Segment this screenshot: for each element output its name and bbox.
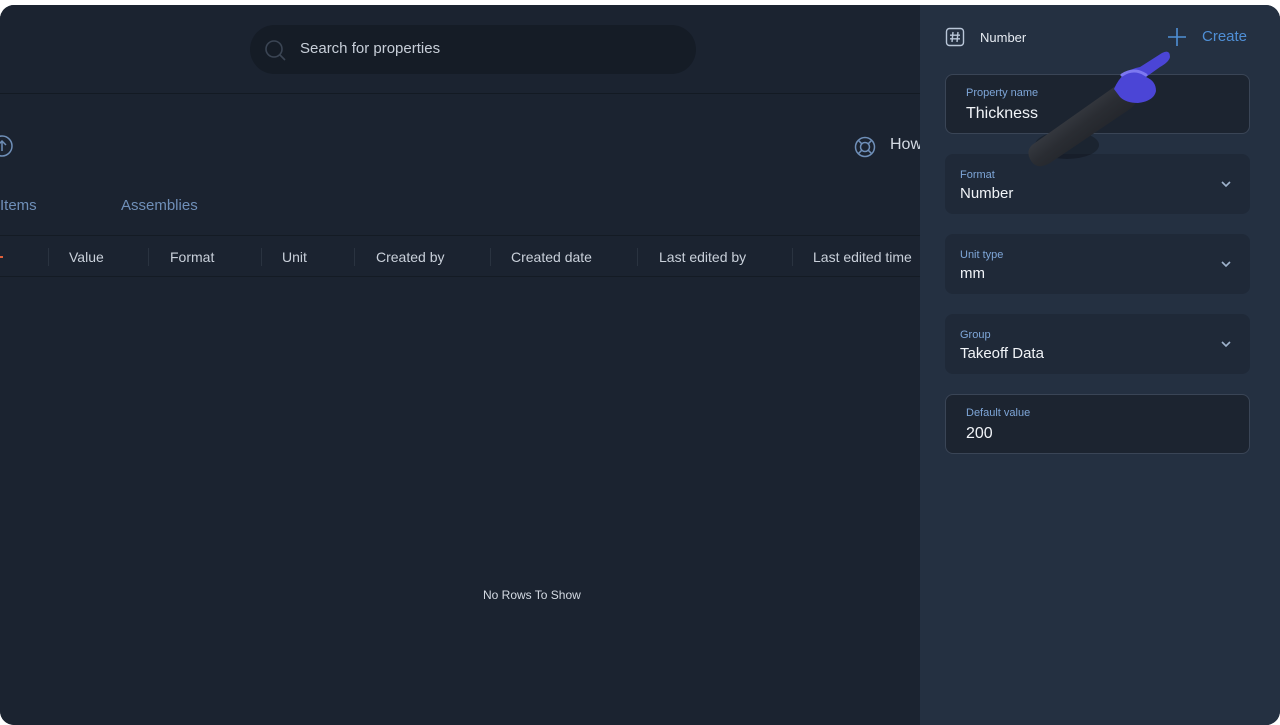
- chevron-down-icon[interactable]: [1220, 338, 1232, 350]
- properties-main: Search for properties How Items Assembli…: [0, 5, 922, 725]
- table-header: Value Format Unit Created by Created dat…: [0, 235, 920, 277]
- column-separator[interactable]: [792, 248, 793, 266]
- tab-items[interactable]: Items: [0, 197, 37, 214]
- create-property-panel: Number Create Property name Thickness Fo…: [920, 5, 1280, 725]
- search-input[interactable]: Search for properties: [250, 25, 696, 74]
- field-value: mm: [960, 265, 985, 282]
- column-separator[interactable]: [261, 248, 262, 266]
- hash-icon: [945, 27, 965, 47]
- column-header-format[interactable]: Format: [170, 249, 214, 265]
- column-header-last-edited-time[interactable]: Last edited time: [813, 249, 912, 265]
- app-window: Search for properties How Items Assembli…: [0, 5, 1280, 725]
- field-label: Format: [960, 169, 995, 181]
- plus-icon[interactable]: [1167, 27, 1187, 47]
- property-name-field[interactable]: Property name Thickness: [945, 74, 1250, 134]
- help-icon[interactable]: [853, 135, 877, 159]
- field-label: Property name: [966, 87, 1039, 99]
- field-label: Group: [960, 329, 991, 341]
- column-separator[interactable]: [354, 248, 355, 266]
- column-separator[interactable]: [637, 248, 638, 266]
- column-separator[interactable]: [148, 248, 149, 266]
- help-link[interactable]: How: [890, 136, 922, 154]
- column-separator[interactable]: [490, 248, 491, 266]
- column-header-value[interactable]: Value: [69, 249, 104, 265]
- group-select[interactable]: Group Takeoff Data: [945, 314, 1250, 374]
- format-select[interactable]: Format Number: [945, 154, 1250, 214]
- default-value-field[interactable]: Default value 200: [945, 394, 1250, 454]
- toolbar: How Items Assemblies: [0, 94, 922, 214]
- search-icon: [265, 40, 286, 61]
- field-label: Unit type: [960, 249, 1004, 261]
- field-label: Default value: [966, 407, 1031, 419]
- field-value: Number: [960, 185, 1014, 202]
- field-value[interactable]: 200: [966, 425, 993, 443]
- create-button[interactable]: Create: [1202, 28, 1247, 45]
- sort-indicator: [0, 256, 3, 258]
- column-header-created-by[interactable]: Created by: [376, 249, 444, 265]
- column-separator[interactable]: [48, 248, 49, 266]
- column-header-created-date[interactable]: Created date: [511, 249, 592, 265]
- field-value[interactable]: Thickness: [966, 105, 1038, 123]
- tab-assemblies[interactable]: Assemblies: [121, 197, 198, 214]
- upload-icon[interactable]: [0, 134, 14, 158]
- field-value: Takeoff Data: [960, 345, 1044, 362]
- unit-type-select[interactable]: Unit type mm: [945, 234, 1250, 294]
- top-bar: Search for properties: [0, 5, 920, 94]
- column-header-last-edited-by[interactable]: Last edited by: [659, 249, 746, 265]
- column-header-unit[interactable]: Unit: [282, 249, 307, 265]
- search-placeholder: Search for properties: [300, 40, 441, 57]
- property-type-label: Number: [980, 30, 1027, 45]
- chevron-down-icon[interactable]: [1220, 258, 1232, 270]
- empty-table-message: No Rows To Show: [483, 588, 581, 602]
- chevron-down-icon[interactable]: [1220, 178, 1232, 190]
